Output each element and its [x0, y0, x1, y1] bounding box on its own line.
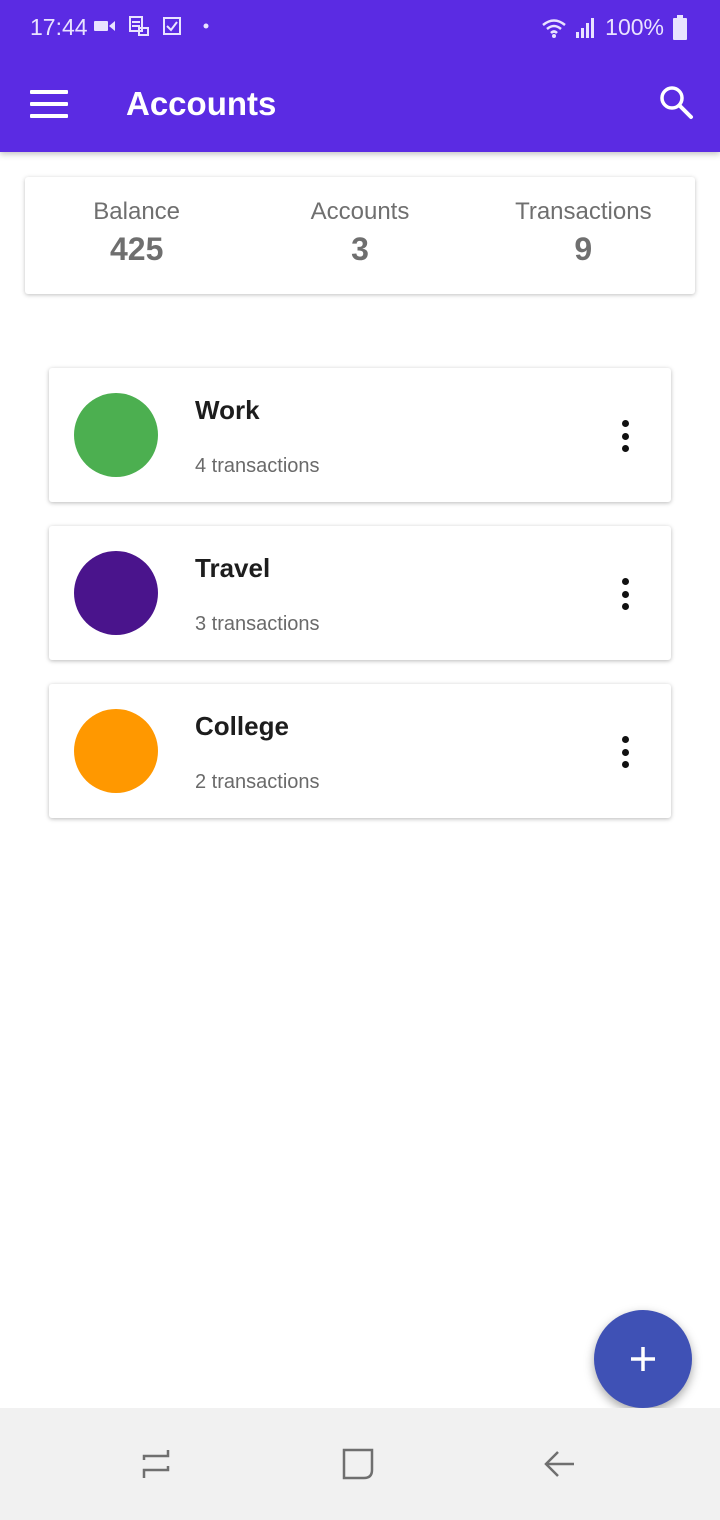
stat-value: 425 — [109, 231, 164, 267]
app-bar: 17:44 100% Accounts — [0, 0, 720, 152]
page-title: Accounts — [126, 85, 277, 122]
back-icon[interactable] — [540, 1444, 580, 1484]
account-color-dot — [74, 551, 158, 635]
sync-icon — [129, 16, 149, 36]
stat-value: 3 — [351, 231, 369, 267]
accounts-screen: 17:44 100% Accounts Balance 425 Accounts… — [0, 0, 720, 1520]
search-icon[interactable] — [656, 82, 696, 122]
more-options-icon[interactable] — [609, 732, 641, 772]
more-options-icon[interactable] — [609, 416, 641, 456]
battery-icon — [673, 14, 687, 40]
account-card-travel[interactable]: Travel 3 transactions — [49, 526, 671, 660]
stat-label: Transactions — [515, 198, 652, 225]
hamburger-menu-icon[interactable] — [28, 84, 70, 124]
more-options-icon[interactable] — [609, 574, 641, 614]
account-transaction-count: 2 transactions — [195, 771, 320, 793]
battery-percent: 100% — [605, 14, 664, 40]
video-icon — [94, 21, 115, 31]
account-card-college[interactable]: College 2 transactions — [49, 684, 671, 818]
home-icon[interactable] — [338, 1444, 378, 1484]
stat-label: Accounts — [310, 198, 410, 225]
add-account-button[interactable] — [594, 1310, 692, 1408]
account-transaction-count: 4 transactions — [195, 455, 320, 477]
plus-icon — [631, 1347, 655, 1371]
signal-icon — [576, 17, 595, 38]
status-bar: 17:44 100% — [0, 0, 720, 56]
stat-balance: Balance 425 — [25, 177, 248, 294]
recent-apps-icon[interactable] — [136, 1444, 176, 1484]
account-card-work[interactable]: Work 4 transactions — [49, 368, 671, 502]
stat-transactions: Transactions 9 — [472, 177, 695, 294]
system-nav-bar — [0, 1408, 720, 1520]
account-transaction-count: 3 transactions — [195, 613, 320, 635]
account-color-dot — [74, 709, 158, 793]
stat-label: Balance — [93, 198, 181, 225]
stat-accounts: Accounts 3 — [248, 177, 471, 294]
account-color-dot — [74, 393, 158, 477]
wifi-icon — [542, 18, 566, 38]
status-time: 17:44 — [30, 14, 88, 40]
summary-card: Balance 425 Accounts 3 Transactions 9 — [25, 177, 695, 294]
checkbox-icon — [163, 17, 181, 35]
account-name: College — [195, 711, 289, 741]
dot-icon — [203, 23, 209, 29]
account-name: Travel — [195, 553, 271, 583]
account-name: Work — [195, 395, 260, 425]
stat-value: 9 — [574, 231, 593, 267]
